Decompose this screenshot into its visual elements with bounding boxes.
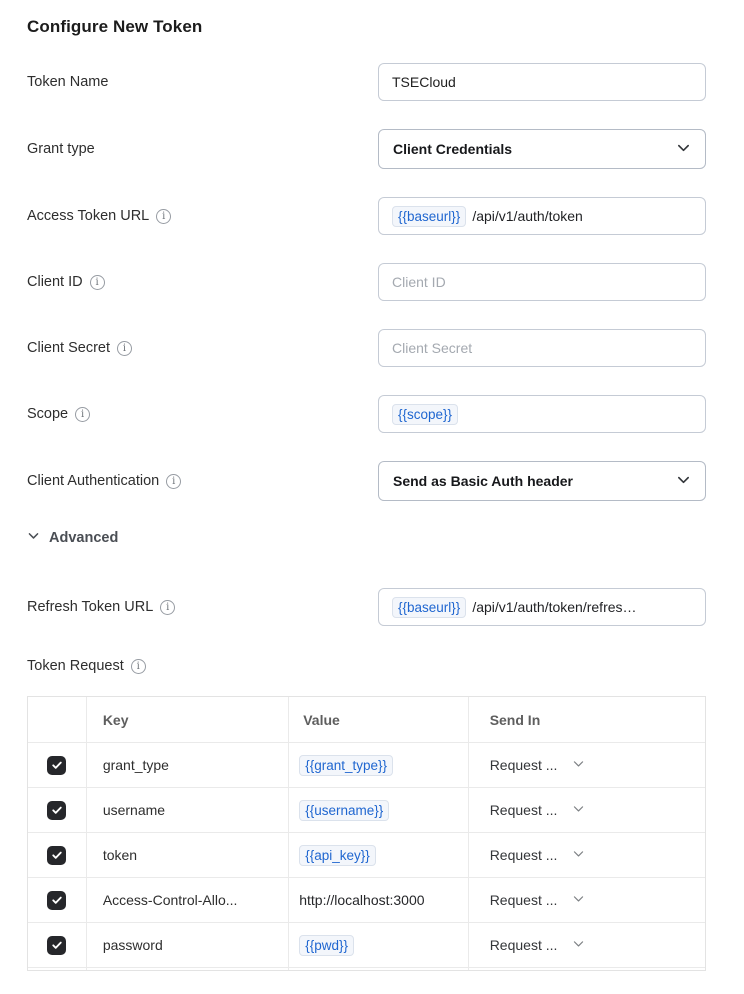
chevron-down-icon [572,937,585,953]
variable-chip[interactable]: {{baseurl}} [392,597,466,618]
info-icon[interactable] [166,474,181,489]
label-text: Token Request [27,658,124,674]
form-row-scope: Scope {{scope}} [27,395,706,433]
client-authentication-select[interactable]: Send as Basic Auth header [378,461,706,501]
row-checkbox[interactable] [47,801,66,820]
value-variable-chip[interactable]: {{pwd}} [299,935,354,956]
client-secret-input[interactable] [378,329,706,367]
table-row: Access-Control-Allo... http://localhost:… [28,877,705,922]
label-text: Refresh Token URL [27,599,153,615]
chevron-down-icon [572,802,585,818]
selected-value: Send as Basic Auth header [393,473,573,489]
key-cell[interactable]: Access-Control-Allo... [103,892,238,908]
form-row-grant-type: Grant type Client Credentials [27,129,706,169]
client-authentication-label: Client Authentication [27,473,181,489]
info-icon[interactable] [75,407,90,422]
variable-chip[interactable]: {{baseurl}} [392,206,466,227]
form-row-refresh-token-url: Refresh Token URL {{baseurl}} /api/v1/au… [27,588,706,626]
client-id-input[interactable] [378,263,706,301]
info-icon[interactable] [160,600,175,615]
chevron-down-icon [676,140,691,158]
form-row-access-token-url: Access Token URL {{baseurl}} /api/v1/aut… [27,197,706,235]
info-icon[interactable] [131,659,146,674]
label-text: Client Secret [27,340,110,356]
form-row-client-secret: Client Secret [27,329,706,367]
access-token-url-label: Access Token URL [27,208,171,224]
value-cell[interactable]: http://localhost:3000 [299,892,424,908]
send-in-select[interactable]: Request ... [468,923,705,967]
client-id-label: Client ID [27,274,105,290]
label-text: Client ID [27,274,83,290]
table-row: grant_type {{grant_type}} Request ... [28,742,705,787]
info-icon[interactable] [117,341,132,356]
configure-token-panel: Configure New Token Token Name Grant typ… [0,0,706,971]
client-secret-label: Client Secret [27,340,132,356]
send-in-value: Request ... [490,847,558,863]
url-path-text: /api/v1/auth/token [472,208,583,224]
value-variable-chip[interactable]: {{grant_type}} [299,755,393,776]
info-icon[interactable] [90,275,105,290]
token-request-label: Token Request [27,658,706,674]
chevron-down-icon [572,847,585,863]
page-title: Configure New Token [27,17,706,37]
header-send-in: Send In [468,697,705,742]
row-checkbox[interactable] [47,891,66,910]
advanced-label: Advanced [49,530,118,546]
table-row: username {{username}} Request ... [28,787,705,832]
key-cell[interactable]: username [103,802,165,818]
url-path-text: /api/v1/auth/token/refres… [472,599,636,615]
table-row-cutoff [28,967,705,970]
chevron-down-icon [27,529,40,546]
token-name-input[interactable] [378,63,706,101]
row-checkbox[interactable] [47,756,66,775]
send-in-value: Request ... [490,757,558,773]
value-variable-chip[interactable]: {{api_key}} [299,845,376,866]
key-cell[interactable]: token [103,847,137,863]
row-checkbox[interactable] [47,936,66,955]
send-in-value: Request ... [490,892,558,908]
value-variable-chip[interactable]: {{username}} [299,800,389,821]
grant-type-select[interactable]: Client Credentials [378,129,706,169]
header-value: Value [288,697,467,742]
header-key: Key [86,697,288,742]
chevron-down-icon [572,892,585,908]
scope-label: Scope [27,406,90,422]
send-in-select[interactable]: Request ... [468,833,705,877]
send-in-value: Request ... [490,937,558,953]
key-cell[interactable]: grant_type [103,757,169,773]
variable-chip[interactable]: {{scope}} [392,404,458,425]
send-in-value: Request ... [490,802,558,818]
send-in-select[interactable]: Request ... [468,788,705,832]
refresh-token-url-input[interactable]: {{baseurl}} /api/v1/auth/token/refres… [378,588,706,626]
table-header-row: Key Value Send In [28,697,705,742]
label-text: Access Token URL [27,208,149,224]
token-name-label: Token Name [27,74,108,90]
selected-value: Client Credentials [393,141,512,157]
header-checkbox-cell [28,697,86,742]
table-row: password {{pwd}} Request ... [28,922,705,967]
send-in-select[interactable]: Request ... [468,743,705,787]
key-cell[interactable]: password [103,937,163,953]
label-text: Client Authentication [27,473,159,489]
advanced-section-toggle[interactable]: Advanced [27,529,118,546]
grant-type-label: Grant type [27,141,95,157]
form-row-client-authentication: Client Authentication Send as Basic Auth… [27,461,706,501]
chevron-down-icon [572,757,585,773]
label-text: Grant type [27,141,95,157]
form-row-token-name: Token Name [27,63,706,101]
table-row: token {{api_key}} Request ... [28,832,705,877]
send-in-select[interactable]: Request ... [468,878,705,922]
label-text: Token Name [27,74,108,90]
chevron-down-icon [676,472,691,490]
row-checkbox[interactable] [47,846,66,865]
token-request-table: Key Value Send In grant_type {{grant_typ… [27,696,706,971]
form-row-client-id: Client ID [27,263,706,301]
scope-input[interactable]: {{scope}} [378,395,706,433]
info-icon[interactable] [156,209,171,224]
refresh-token-url-label: Refresh Token URL [27,599,175,615]
access-token-url-input[interactable]: {{baseurl}} /api/v1/auth/token [378,197,706,235]
label-text: Scope [27,406,68,422]
